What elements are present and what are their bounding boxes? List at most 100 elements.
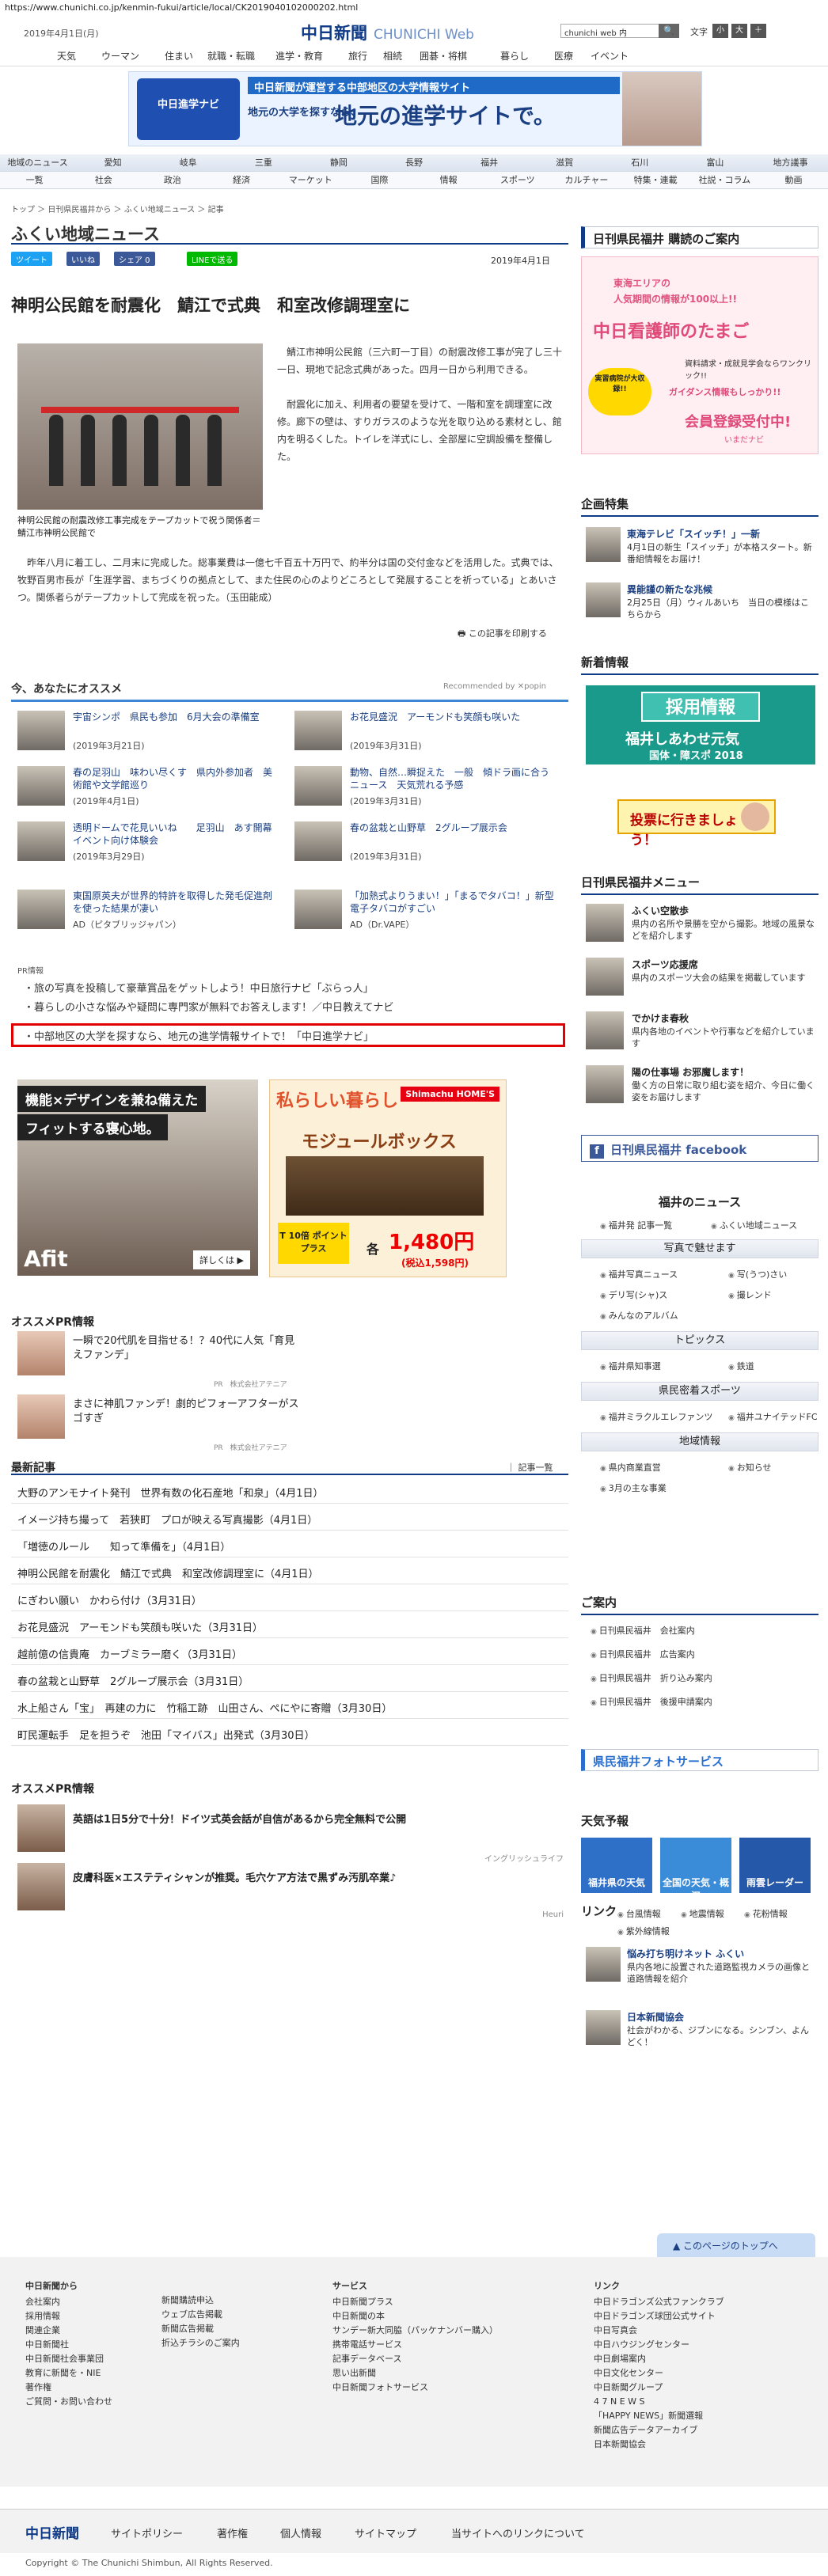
- subscription-banner[interactable]: 日刊県民福井 購読のご案内: [581, 226, 819, 248]
- recommend-item[interactable]: 動物、自然…瞬捉えた 一般 傾ドラ画に合う ニュース 天気荒れる予感 (2019年…: [294, 766, 559, 810]
- photo-link[interactable]: 写(うつ)さい: [728, 1268, 788, 1280]
- fukui-link[interactable]: ふくい地域ニュース: [711, 1219, 797, 1231]
- recommend-item[interactable]: お花見盛況 アーモンドも笑顔も咲いた (2019年3月31日): [294, 711, 556, 755]
- menu-item[interactable]: でかけま春秋 県内各地のイベントや行事などを紹介しています: [586, 1011, 815, 1059]
- section-tab[interactable]: 経済: [207, 172, 276, 188]
- section-tab[interactable]: 富山: [678, 154, 753, 171]
- region-link[interactable]: お知らせ: [728, 1461, 772, 1474]
- section-tab[interactable]: 動画: [759, 172, 828, 188]
- link-item[interactable]: 悩み打ち明けネット ふくい 県内各地に設置された道路監視カメラの画像と道路情報を紹…: [586, 1947, 815, 1994]
- recommend-item[interactable]: 春の盆栽と山野草 2グループ展示会 (2019年3月31日): [294, 821, 556, 866]
- guide-link[interactable]: 日刊県民福井 後援申請案内: [591, 1695, 712, 1708]
- pr-link[interactable]: ・旅の写真を投稿して豪華賞品をゲットしよう！中日旅行ナビ「ぶらっ人」: [24, 980, 374, 995]
- latest-item[interactable]: お花見盛況 アーモンドも笑顔も咲いた（3月31日）: [11, 1611, 568, 1638]
- latest-more-link[interactable]: ｜ 記事一覧: [507, 1461, 553, 1474]
- footer-link[interactable]: 新聞広告データアーカイブ: [594, 2423, 724, 2438]
- footer-link[interactable]: 中日写真会: [594, 2324, 724, 2338]
- topnav-item[interactable]: 天気: [57, 49, 76, 63]
- pr-link-shingaku[interactable]: ・中部地区の大学を探すなら、地元の進学情報サイトで！「中日進学ナビ」: [24, 1028, 374, 1043]
- url-bar[interactable]: https://www.chunichi.co.jp/kenmin-fukui/…: [0, 0, 828, 16]
- footer-bottom-link[interactable]: サイトポリシー: [111, 2525, 183, 2540]
- footer-link[interactable]: 日本新聞協会: [594, 2438, 724, 2452]
- footer-link[interactable]: 中日新聞グループ: [594, 2381, 724, 2395]
- footer-link[interactable]: 中日文化センター: [594, 2366, 724, 2381]
- latest-item[interactable]: 春の盆栽と山野草 2グループ展示会（3月31日）: [11, 1665, 568, 1692]
- nurse-recruit-ad[interactable]: 東海エリアの 人気期間の情報が100以上!! 中日看護師のたまご 資料請求・成就…: [581, 256, 819, 454]
- latest-item[interactable]: 水上船さん「宝」 再建の力に 竹稲工跡 山田さん、ぺにやに寄贈（3月30日）: [11, 1692, 568, 1719]
- footer-link[interactable]: 関連企業: [25, 2324, 112, 2338]
- footer-link[interactable]: 中日ハウジングセンター: [594, 2338, 724, 2352]
- sports-link[interactable]: 福井ミラクルエレファンツ: [600, 1410, 713, 1423]
- topnav-item[interactable]: 旅行: [348, 49, 367, 63]
- print-article-link[interactable]: 🖶 この記事を印刷する: [458, 627, 547, 642]
- link-item[interactable]: 日本新聞協会 社会がわかる、ジブンになる。シンブン、よんどく！: [586, 2010, 815, 2058]
- footer-link[interactable]: 記事データベース: [332, 2352, 498, 2366]
- section-tab[interactable]: 特集・連載: [621, 172, 690, 188]
- vote-banner[interactable]: 投票に行きましょう！: [617, 799, 776, 848]
- recommend-item[interactable]: 宇宙シンポ 県民も参加 6月大会の準備室 (2019年3月21日): [17, 711, 279, 755]
- footer-link[interactable]: 中日新聞社: [25, 2338, 112, 2352]
- facebook-like-button[interactable]: いいね: [66, 252, 100, 266]
- recommend-item[interactable]: 「加熱式よりうまい！」「まるでタバコ！」新型電子タバコがすごい AD（Dr.VAP…: [294, 890, 556, 934]
- section-tab[interactable]: 岐阜: [150, 154, 226, 171]
- photo-link[interactable]: デリ写(シャ)ス: [600, 1288, 668, 1301]
- footer-bottom-link[interactable]: 著作権: [217, 2525, 248, 2540]
- section-tab[interactable]: 国際: [345, 172, 414, 188]
- footer-link[interactable]: 携帯電話サービス: [332, 2338, 498, 2352]
- topnav-item[interactable]: 囲碁・将棋: [420, 49, 467, 63]
- section-tab[interactable]: 政治: [138, 172, 207, 188]
- section-tab[interactable]: 情報: [414, 172, 483, 188]
- photo-link[interactable]: 撮レンド: [728, 1288, 772, 1301]
- bed-ad[interactable]: 機能×デザインを兼ね備えた フィットする寝心地。 Afit 詳しくは ▶: [17, 1079, 258, 1276]
- footer-link[interactable]: 中日ドラゴンズ球団公式サイト: [594, 2309, 724, 2324]
- kikaku-item[interactable]: 東海テレビ「スイッチ！」一新 4月1日の新生「スイッチ」が本格スタート。新番組情報…: [586, 527, 815, 575]
- footer-bottom-link[interactable]: サイトマップ: [355, 2525, 416, 2540]
- section-tab[interactable]: 一覧: [0, 172, 69, 188]
- tweet-button[interactable]: ツイート: [11, 252, 52, 266]
- latest-item[interactable]: イメージ持ち撮って 若狭町 プロが映える写真撮影（4月1日）: [11, 1504, 568, 1531]
- latest-item[interactable]: 越前億の信貴庵 カーブミラー磨く（3月31日）: [11, 1638, 568, 1665]
- guide-link[interactable]: 日刊県民福井 広告案内: [591, 1648, 695, 1660]
- font-small-button[interactable]: 小: [712, 24, 728, 38]
- footer-link[interactable]: サンデー新大同脇（パッケナンバー購入）: [332, 2324, 498, 2338]
- pr-link[interactable]: ・暮らしの小さな悩みや疑問に専門家が無料でお答えします！／中日教えてナビ: [24, 999, 393, 1014]
- section-tab[interactable]: 福井: [452, 154, 527, 171]
- footer-link[interactable]: 折込チラシのご案内: [161, 2336, 240, 2350]
- guide-link[interactable]: 日刊県民福井 折り込み案内: [591, 1671, 712, 1684]
- section-tab[interactable]: 静岡: [301, 154, 376, 171]
- back-to-top-button[interactable]: ▲ このページのトップへ: [657, 2233, 815, 2257]
- link-link[interactable]: 地震情報: [681, 1907, 724, 1920]
- section-tab[interactable]: マーケット: [276, 172, 345, 188]
- section-tab[interactable]: カルチャー: [552, 172, 621, 188]
- footer-link[interactable]: 4 7 N E W S: [594, 2395, 724, 2409]
- footer-bottom-link[interactable]: 当サイトへのリンクについて: [451, 2525, 585, 2540]
- link-link[interactable]: 台風情報: [617, 1907, 661, 1920]
- furniture-ad[interactable]: 私らしい暮らし Shimachu HOME'S モジュールボックス T 10倍 …: [269, 1079, 507, 1277]
- search-icon[interactable]: 🔍: [659, 24, 679, 38]
- footer-link[interactable]: 中日新聞プラス: [332, 2295, 498, 2309]
- recommend-by[interactable]: Recommended by ✕popin: [443, 682, 546, 691]
- menu-item[interactable]: ふくい空散歩 県内の名所や景勝を空から撮影。地域の風景などを紹介します: [586, 904, 815, 951]
- guide-link[interactable]: 日刊県民福井 会社案内: [591, 1624, 695, 1637]
- topnav-item[interactable]: 就職・転職: [207, 49, 255, 63]
- facebook-share-button[interactable]: シェア 0: [114, 252, 155, 266]
- ad-more-button[interactable]: 詳しくは ▶: [193, 1250, 250, 1269]
- footer-link[interactable]: 思い出新聞: [332, 2366, 498, 2381]
- link-link[interactable]: 紫外線情報: [617, 1925, 670, 1937]
- footer-link[interactable]: 採用情報: [25, 2309, 112, 2324]
- footer-bottom-link[interactable]: 個人情報: [280, 2525, 321, 2540]
- topnav-item[interactable]: 住まい: [165, 49, 193, 63]
- site-logo[interactable]: 中日新聞 CHUNICHI Web: [301, 21, 474, 44]
- footer-link[interactable]: 「HAPPY NEWS」新聞選報: [594, 2409, 724, 2423]
- breadcrumb[interactable]: トップ ＞ 日刊県民福井から ＞ ふくい地域ニュース ＞ 記事: [11, 203, 224, 214]
- region-link[interactable]: 県内商業直営: [600, 1461, 661, 1474]
- footer-link[interactable]: 教育に新聞を・NIE: [25, 2366, 112, 2381]
- kokutai-banner[interactable]: 採用情報 福井しあわせ元気 国体・障スポ 2018: [586, 685, 815, 764]
- latest-item[interactable]: 「増徳のルール 知って準備を」（4月1日）: [11, 1531, 568, 1557]
- photoservice-banner[interactable]: 県民福井フォトサービス: [581, 1749, 819, 1771]
- facebook-banner[interactable]: f 日刊県民福井 facebook: [581, 1135, 819, 1162]
- footer-logo[interactable]: 中日新聞: [25, 2522, 79, 2542]
- footer-link[interactable]: ご質問・お問い合わせ: [25, 2395, 112, 2409]
- ospr2-item[interactable]: 英語は1日5分で十分！ドイツ式英会話が自信があるから完全無料で公開 イングリッシュ…: [17, 1804, 564, 1864]
- line-share-button[interactable]: LINEで送る: [187, 252, 238, 266]
